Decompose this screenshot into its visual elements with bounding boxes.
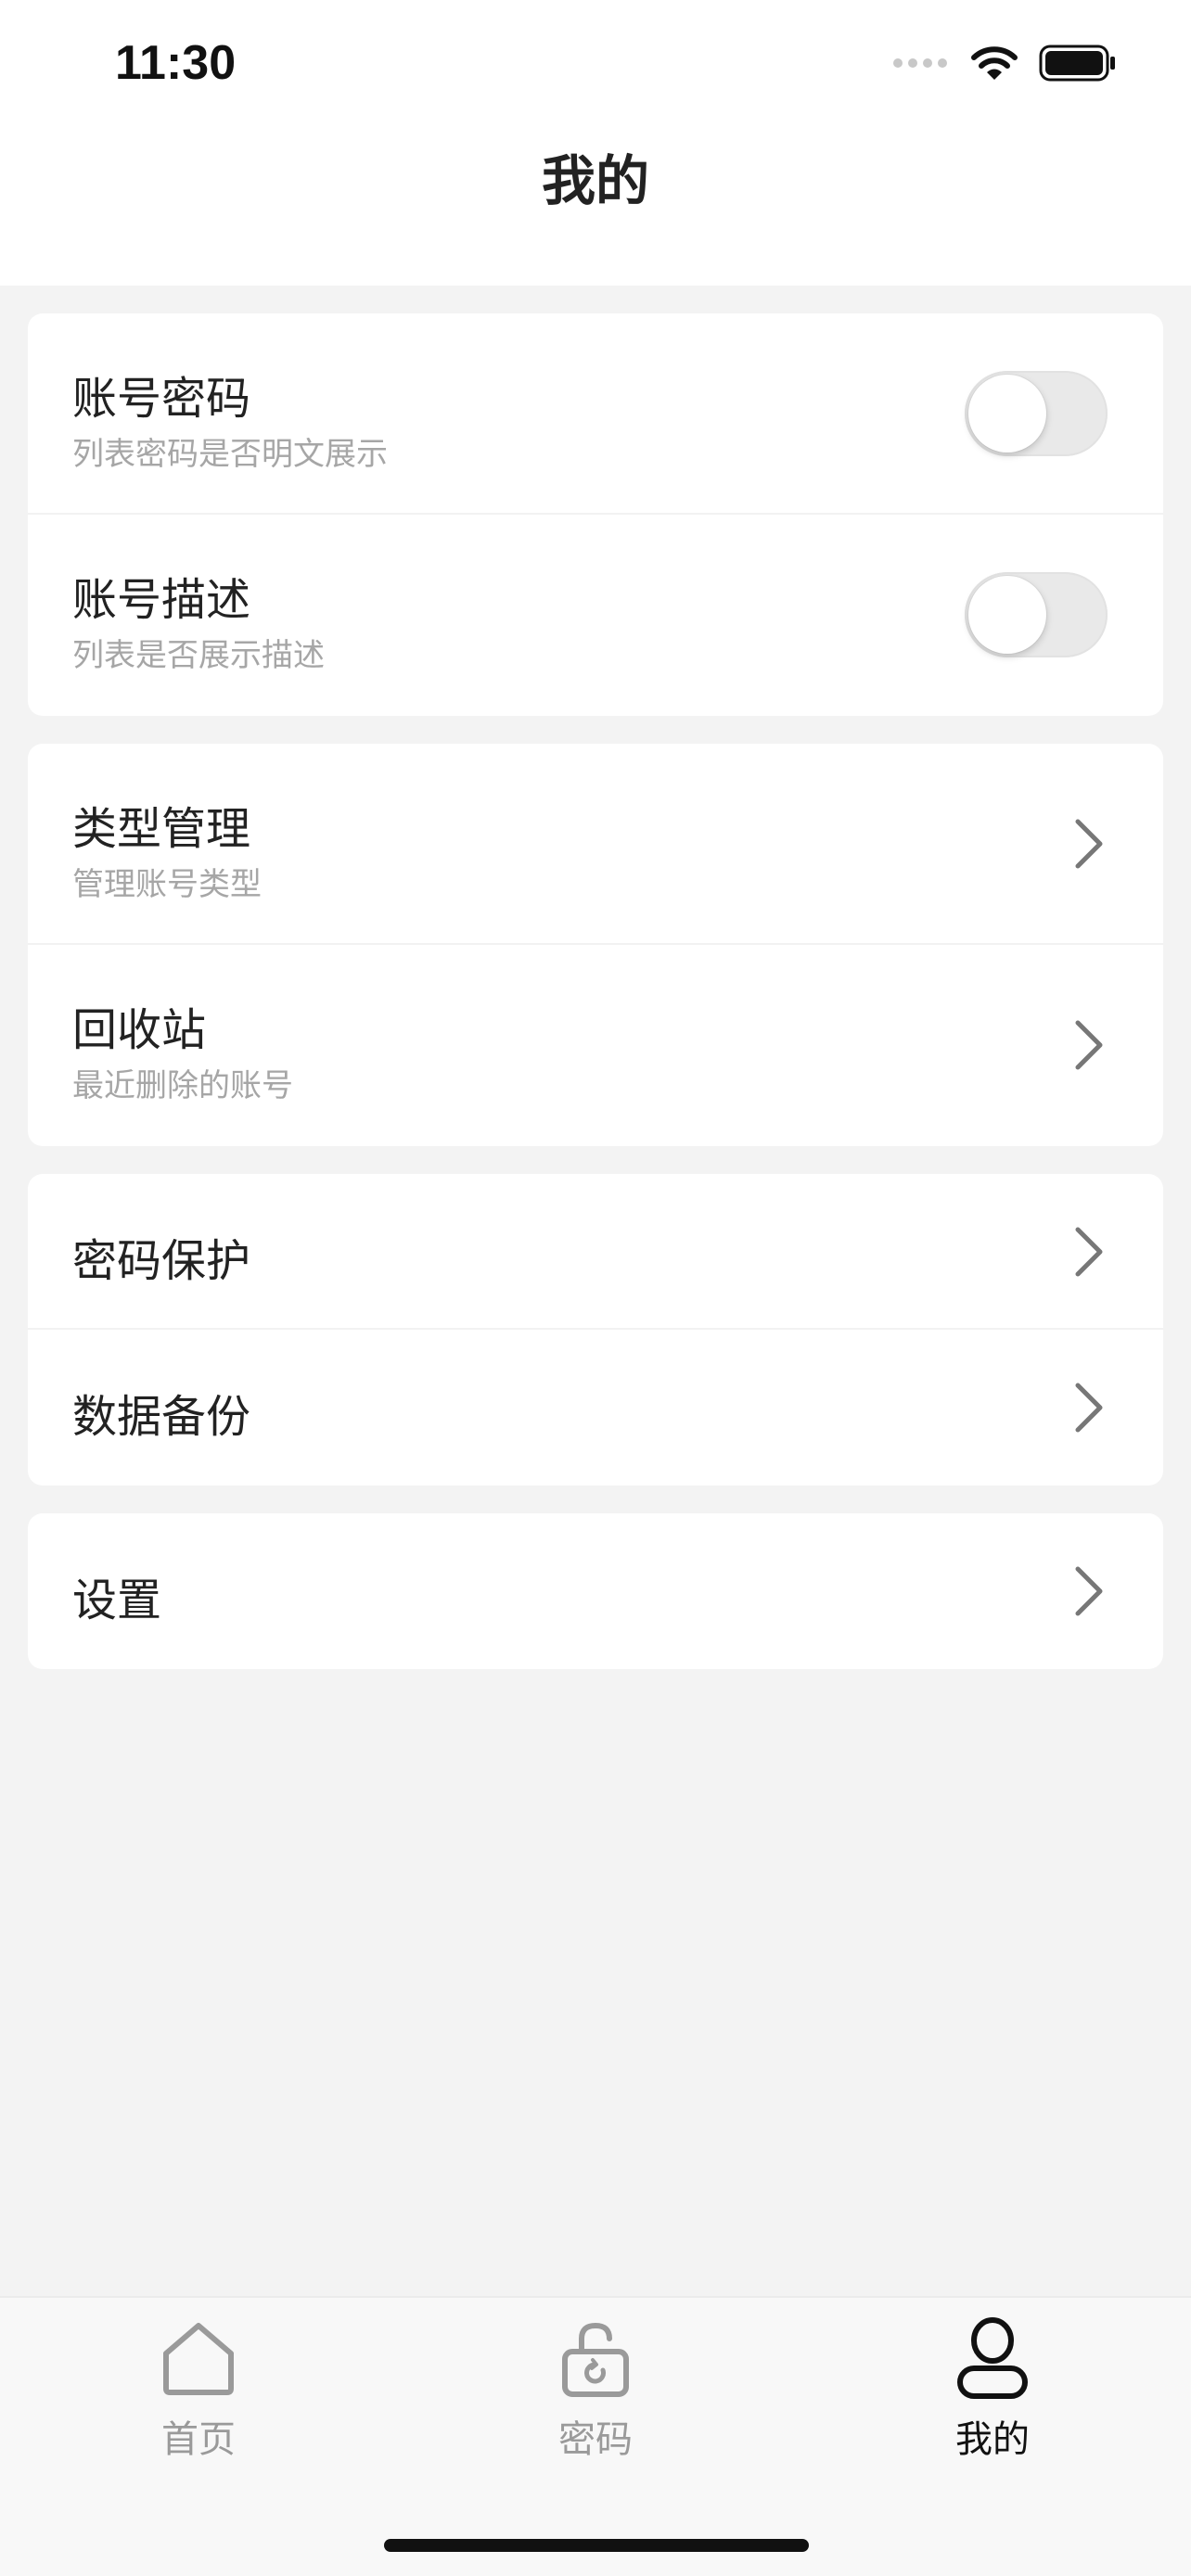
tab-password[interactable]: 密码: [503, 2316, 688, 2483]
row-type-management[interactable]: 类型管理 管理账号类型: [28, 744, 1163, 945]
row-title: 数据备份: [72, 1391, 251, 1443]
tab-home[interactable]: 首页: [106, 2316, 291, 2483]
status-bar: 11:30: [0, 0, 1191, 139]
chevron-right-icon: [1075, 1020, 1103, 1070]
row-recycle-bin[interactable]: 回收站 最近删除的账号: [28, 945, 1163, 1146]
tab-bar: 首页 密码 我的: [0, 2296, 1191, 2576]
row-subtitle: 最近删除的账号: [72, 1067, 293, 1104]
chevron-right-icon: [1075, 1227, 1103, 1277]
toggle-knob: [968, 375, 1046, 453]
row-password-protection[interactable]: 密码保护: [28, 1174, 1163, 1330]
security-card: 密码保护 数据备份: [28, 1174, 1163, 1486]
user-icon: [957, 2317, 1028, 2399]
row-title: 账号密码: [72, 373, 251, 425]
display-settings-card: 账号密码 列表密码是否明文展示 账号描述 列表是否展示描述: [28, 313, 1163, 716]
home-indicator: [384, 2539, 809, 2552]
tab-label: 密码: [558, 2418, 633, 2461]
toggle-knob: [968, 576, 1046, 654]
page-title: 我的: [541, 149, 649, 212]
status-icons: [892, 45, 1117, 82]
show-description-toggle[interactable]: [965, 572, 1108, 657]
row-subtitle: 管理账号类型: [72, 866, 262, 903]
tab-label: 我的: [955, 2418, 1030, 2461]
row-subtitle: 列表是否展示描述: [72, 637, 325, 674]
row-title: 设置: [72, 1575, 162, 1626]
chevron-right-icon: [1075, 819, 1103, 869]
status-time: 11:30: [115, 36, 237, 90]
tab-label: 首页: [161, 2418, 236, 2461]
chevron-right-icon: [1075, 1383, 1103, 1433]
chevron-right-icon: [1075, 1566, 1103, 1616]
row-title: 密码保护: [72, 1235, 251, 1287]
row-account-password[interactable]: 账号密码 列表密码是否明文展示: [28, 313, 1163, 515]
nav-bar: 我的: [0, 139, 1191, 286]
row-subtitle: 列表密码是否明文展示: [72, 436, 388, 473]
signal-dots-icon: [893, 58, 947, 68]
row-account-description[interactable]: 账号描述 列表是否展示描述: [28, 515, 1163, 716]
tab-mine[interactable]: 我的: [900, 2316, 1085, 2483]
settings-card: 设置: [28, 1513, 1163, 1669]
wifi-icon: [971, 46, 1018, 80]
show-password-toggle[interactable]: [965, 371, 1108, 456]
management-card: 类型管理 管理账号类型 回收站 最近删除的账号: [28, 744, 1163, 1146]
row-title: 回收站: [72, 1004, 207, 1056]
battery-icon: [1039, 45, 1115, 82]
lock-icon: [562, 2322, 629, 2397]
row-title: 类型管理: [72, 803, 251, 855]
row-title: 账号描述: [72, 574, 251, 626]
home-icon: [163, 2323, 234, 2395]
row-data-backup[interactable]: 数据备份: [28, 1330, 1163, 1486]
row-settings[interactable]: 设置: [28, 1513, 1163, 1669]
